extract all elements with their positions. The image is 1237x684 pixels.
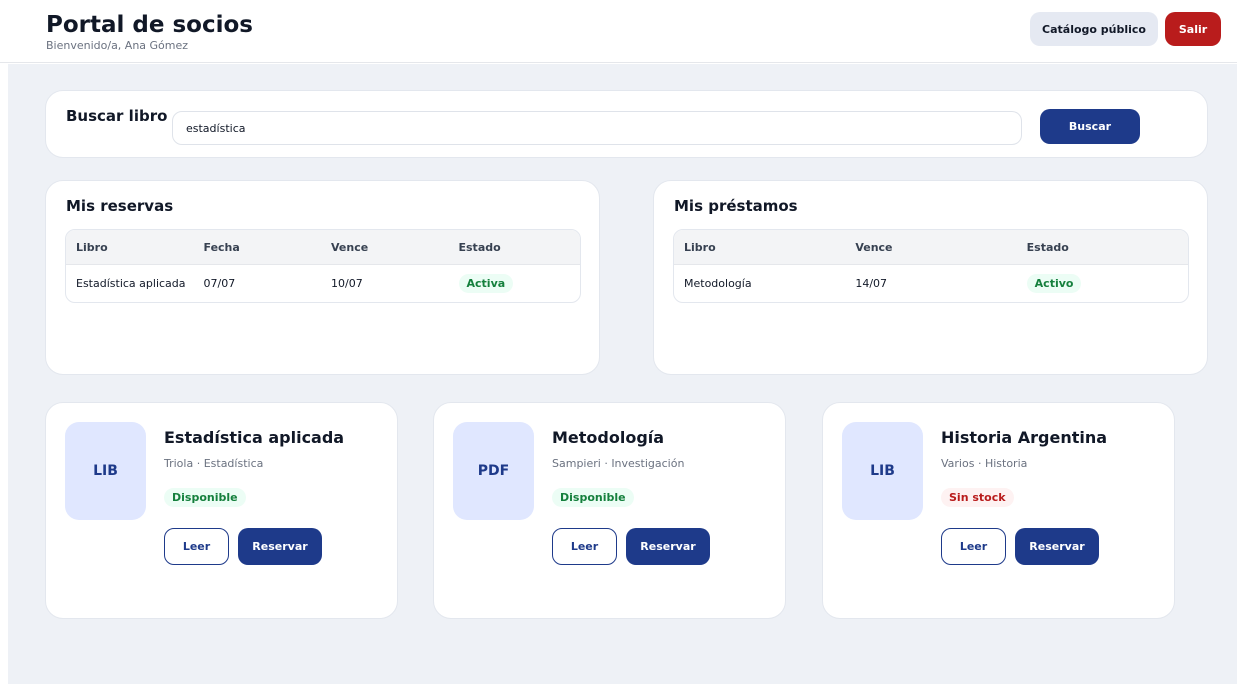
book-status: Sin stock xyxy=(941,486,1014,507)
book-card: LIB Historia Argentina Varios · Historia… xyxy=(822,402,1175,619)
column-header-vence: Vence xyxy=(331,240,369,254)
page-title: Portal de socios xyxy=(46,12,253,38)
read-button[interactable]: Leer xyxy=(552,528,617,565)
cell-vence: 10/07 xyxy=(331,277,363,290)
column-header-libro: Libro xyxy=(684,240,716,254)
book-title: Historia Argentina xyxy=(941,428,1108,447)
loans-title: Mis préstamos xyxy=(674,197,798,215)
table-header: Libro Fecha Vence Estado xyxy=(66,230,580,264)
column-header-vence: Vence xyxy=(855,240,893,254)
cell-libro: Estadística aplicada xyxy=(76,277,186,290)
public-catalog-button[interactable]: Catálogo público xyxy=(1030,12,1158,46)
book-meta: Varios · Historia xyxy=(941,457,1028,470)
reservations-panel: Mis reservas Libro Fecha Vence Estado Es… xyxy=(45,180,600,375)
book-meta: Sampieri · Investigación xyxy=(552,457,685,470)
main-content: Buscar libro estadística Buscar Mis rese… xyxy=(8,64,1237,684)
reserve-button[interactable]: Reservar xyxy=(626,528,710,565)
search-input[interactable]: estadística xyxy=(172,111,1022,145)
availability-badge: Disponible xyxy=(552,488,634,507)
cell-estado: Activo xyxy=(1017,274,1188,293)
table-row: Estadística aplicada 07/07 10/07 Activa xyxy=(66,264,580,302)
column-header-fecha: Fecha xyxy=(203,240,240,254)
cell-fecha: 07/07 xyxy=(203,277,236,290)
welcome-text: Bienvenido/a, Ana Gómez xyxy=(46,39,189,52)
brand: Portal de socios Bienvenido/a, Ana Gómez xyxy=(46,11,253,53)
status-badge: Activo xyxy=(1026,274,1082,293)
reserve-button[interactable]: Reservar xyxy=(238,528,322,565)
top-header: Portal de socios Bienvenido/a, Ana Gómez… xyxy=(0,0,1237,63)
book-status: Disponible xyxy=(552,486,634,507)
logout-button[interactable]: Salir xyxy=(1165,12,1221,46)
status-badge: Activa xyxy=(458,274,514,293)
book-meta: Triola · Estadística xyxy=(164,457,264,470)
availability-badge: Disponible xyxy=(164,488,246,507)
search-title: Buscar libro xyxy=(66,107,168,125)
search-card: Buscar libro estadística Buscar xyxy=(45,90,1208,158)
book-cover: LIB xyxy=(842,422,923,520)
loans-table: Libro Vence Estado Metodología 14/07 Act… xyxy=(673,229,1189,303)
availability-badge: Sin stock xyxy=(941,488,1014,507)
reservations-table: Libro Fecha Vence Estado Estadística apl… xyxy=(65,229,581,303)
book-title: Metodología xyxy=(552,428,665,447)
cell-estado: Activa xyxy=(449,274,580,293)
column-header-estado: Estado xyxy=(458,240,501,254)
column-header-estado: Estado xyxy=(1026,240,1069,254)
book-card: LIB Estadística aplicada Triola · Estadí… xyxy=(45,402,398,619)
cell-vence: 14/07 xyxy=(855,277,888,290)
book-title: Estadística aplicada xyxy=(164,428,345,447)
column-header-libro: Libro xyxy=(76,240,108,254)
read-button[interactable]: Leer xyxy=(164,528,229,565)
book-status: Disponible xyxy=(164,486,246,507)
book-cover: PDF xyxy=(453,422,534,520)
book-cover: LIB xyxy=(65,422,146,520)
search-button[interactable]: Buscar xyxy=(1040,109,1140,144)
reserve-button[interactable]: Reservar xyxy=(1015,528,1099,565)
cell-libro: Metodología xyxy=(684,277,752,290)
read-button[interactable]: Leer xyxy=(941,528,1006,565)
table-row: Metodología 14/07 Activo xyxy=(674,264,1188,302)
reservations-title: Mis reservas xyxy=(66,197,174,215)
loans-panel: Mis préstamos Libro Vence Estado Metodol… xyxy=(653,180,1208,375)
table-header: Libro Vence Estado xyxy=(674,230,1188,264)
book-card: PDF Metodología Sampieri · Investigación… xyxy=(433,402,786,619)
